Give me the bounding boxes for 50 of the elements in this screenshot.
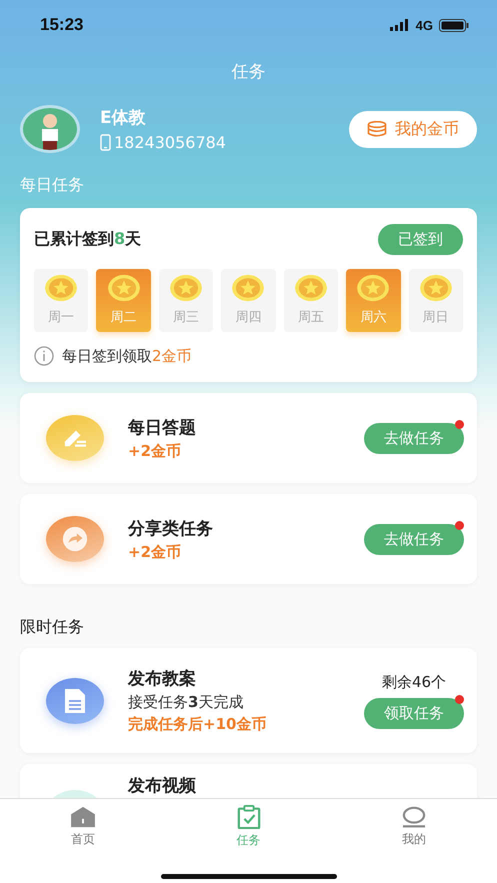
coin-icon: [106, 274, 141, 302]
task-reward: +2金币: [128, 542, 182, 562]
coin-icon: [294, 274, 328, 302]
tab-item[interactable]: 任务: [166, 799, 332, 854]
day-tile[interactable]: 周六: [346, 269, 401, 332]
task-action-button[interactable]: 去做任务: [364, 422, 464, 454]
coin-icon: [418, 274, 453, 302]
remaining-count: 剩余46个: [382, 672, 446, 692]
coin-icon: [356, 274, 390, 302]
clipboard-check-icon: [236, 804, 262, 828]
home-icon: [68, 806, 97, 828]
section-heading: 每日任务: [19, 174, 85, 196]
tab-item[interactable]: 首页: [0, 799, 166, 854]
coin-icon: [44, 274, 78, 302]
status-time: 15:23: [40, 15, 84, 35]
document-icon: [63, 686, 87, 714]
day-tile[interactable]: 周五: [284, 269, 338, 332]
battery-icon: [439, 18, 469, 32]
day-tile[interactable]: 周一: [34, 269, 88, 332]
section-heading: 限时任务: [19, 616, 85, 638]
day-tile[interactable]: 周四: [221, 269, 276, 332]
task-title: 发布视频: [128, 775, 197, 797]
network-label: 4G: [416, 18, 433, 32]
share-icon: [61, 525, 89, 553]
task-reward: 完成任务后+10金币: [128, 715, 268, 734]
task-reward: +2金币: [128, 442, 182, 460]
user-name: E体教: [100, 107, 147, 129]
task-title: 每日答题: [128, 416, 197, 438]
phone-icon: [100, 134, 111, 151]
my-coins-button[interactable]: 我的金币: [349, 110, 477, 148]
task-action-button[interactable]: 领取任务: [364, 698, 464, 728]
tab-item[interactable]: 我的: [331, 799, 497, 854]
task-action-button[interactable]: 去做任务: [364, 524, 464, 554]
day-tile[interactable]: 周日: [408, 269, 463, 332]
coin-icon: [231, 274, 266, 302]
checked-in-button[interactable]: 已签到: [378, 224, 463, 255]
signal-icon: [390, 19, 410, 31]
task-description: 接受任务3天完成: [128, 693, 244, 712]
page-title: 任务: [232, 61, 266, 83]
coin-stack-icon: [367, 121, 387, 137]
checkin-streak: 已累计签到8天: [34, 229, 142, 250]
coin-icon: [169, 274, 204, 302]
task-title: 发布教案: [128, 668, 197, 690]
info-icon: [34, 346, 54, 366]
phone-number: 18243056784: [114, 133, 226, 152]
day-tile[interactable]: 周三: [158, 269, 214, 332]
profile-icon: [401, 806, 428, 828]
checkin-tip: 每日签到领取2金币: [62, 346, 192, 366]
day-tile[interactable]: 周二: [96, 269, 151, 332]
task-title: 分享类任务: [128, 518, 214, 540]
